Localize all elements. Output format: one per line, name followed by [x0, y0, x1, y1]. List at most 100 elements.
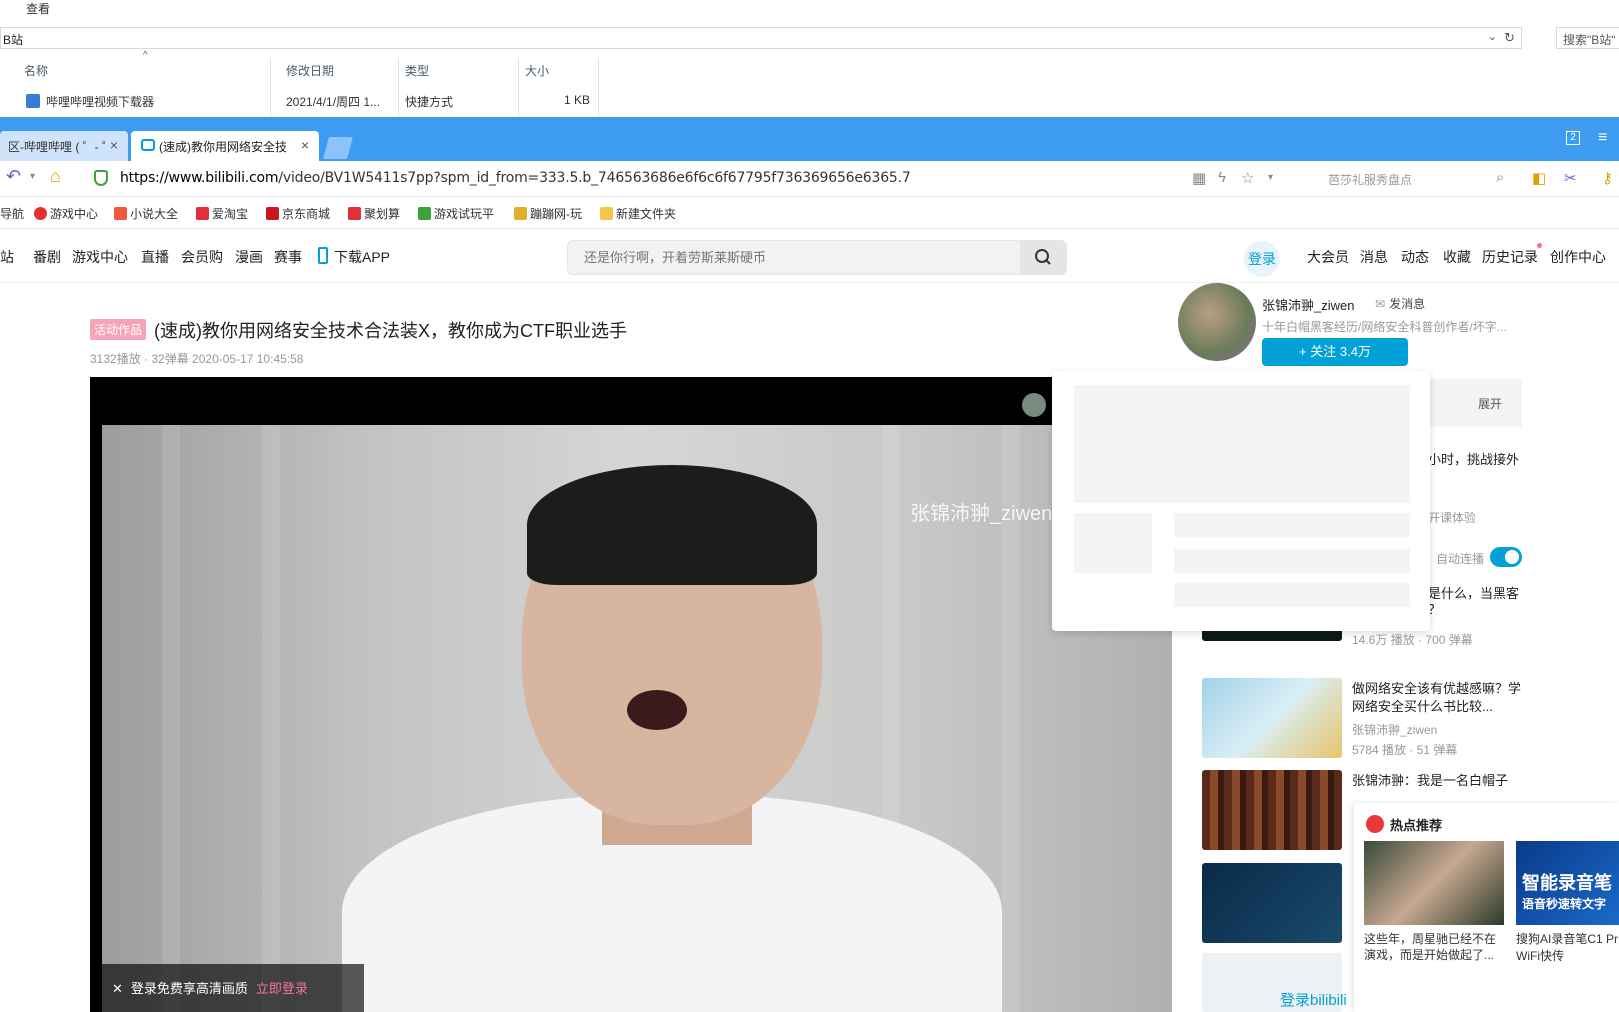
address-toolbar: ↶ ▾ ⌂ https://www.bilibili.com/video/BV1… — [0, 161, 1619, 197]
game-trial-icon — [418, 207, 431, 220]
refresh-icon[interactable]: ↻ — [1504, 30, 1515, 46]
new-tab-button[interactable] — [323, 137, 353, 159]
nav-dynamics[interactable]: 动态 — [1401, 247, 1429, 267]
login-bilibili-prompt[interactable]: 登录bilibili — [1280, 989, 1347, 1010]
nav-download-app[interactable]: 下载APP — [334, 247, 390, 267]
rec-uploader-2[interactable]: 张锦沛翀_ziwen — [1352, 721, 1437, 738]
close-icon[interactable]: × — [110, 137, 118, 153]
nav-esports[interactable]: 赛事 — [274, 247, 302, 267]
search-icon[interactable]: ⌕ — [1496, 169, 1504, 186]
ad-text-1: 智能录音笔 — [1522, 873, 1612, 893]
column-header-name[interactable]: 名称 — [24, 62, 48, 79]
nav-live[interactable]: 直播 — [141, 247, 169, 267]
home-icon[interactable]: ⌂ — [50, 166, 61, 187]
bookmark-nav[interactable]: 导航 — [0, 205, 24, 222]
nav-game-center[interactable]: 游戏中心 — [72, 247, 128, 267]
uploader-avatar[interactable] — [1178, 283, 1256, 361]
bookmark-aitaobao[interactable]: 爱淘宝 — [196, 205, 248, 222]
nav-bangumi[interactable]: 番剧 — [33, 247, 61, 267]
hot-item-2-title[interactable]: 搜狗AI录音笔C1 Pr — [1516, 931, 1619, 947]
site-search-input[interactable] — [568, 241, 1020, 274]
hot-item-1-title[interactable]: 这些年，周星驰已经不在演戏，而是开始做起了... — [1364, 931, 1504, 963]
bookmark-jd[interactable]: 京东商城 — [266, 205, 330, 222]
nav-vip-shop[interactable]: 会员购 — [181, 247, 223, 267]
browser-search-input[interactable]: 芭莎礼服秀盘点 — [1300, 167, 1510, 191]
rec-title-3[interactable]: 张锦沛翀：我是一名白帽子 — [1352, 772, 1527, 790]
sort-arrow-icon: ^ — [143, 50, 148, 61]
follow-button[interactable]: + 关注 3.4万 — [1262, 338, 1408, 366]
video-player[interactable]: 张锦沛翀_ziwen ✕ 登录免费享高清画质 立即登录 — [90, 377, 1172, 1012]
hot-thumbnail-1[interactable] — [1364, 841, 1504, 925]
video-frame[interactable]: 张锦沛翀_ziwen — [102, 425, 1172, 1012]
rec-fragment-title[interactable]: 小时，挑战接外 — [1428, 449, 1519, 468]
nav-manga[interactable]: 漫画 — [235, 247, 263, 267]
rec-thumbnail-3[interactable] — [1202, 770, 1342, 850]
column-header-date[interactable]: 修改日期 — [286, 62, 334, 79]
tab-bilibili-zone[interactable]: 区-哔哩哔哩 ( ゜- ゜ × — [0, 131, 128, 161]
autoplay-toggle[interactable] — [1490, 547, 1522, 567]
scissors-icon[interactable]: ✂ — [1564, 169, 1577, 187]
login-button[interactable]: 登录 — [1244, 241, 1280, 277]
send-message-button[interactable]: ✉ 发消息 — [1375, 295, 1425, 312]
menu-icon[interactable]: ≡ — [1598, 129, 1607, 147]
column-header-size[interactable]: 大小 — [525, 62, 549, 79]
bookmark-game-trial[interactable]: 游戏试玩平 — [418, 205, 494, 222]
hot-recommend-panel: 热点推荐 这些年，周星驰已经不在演戏，而是开始做起了... 智能录音笔 语音秒速… — [1354, 803, 1619, 1012]
skeleton-line — [1174, 513, 1410, 537]
back-icon[interactable]: ↶ — [6, 166, 21, 187]
skeleton-line — [1174, 549, 1410, 573]
file-size: 1 KB — [564, 93, 591, 107]
mail-icon: ✉ — [1375, 297, 1386, 311]
column-header-type[interactable]: 类型 — [405, 62, 429, 79]
fire-icon — [1366, 815, 1384, 833]
nav-creator-center[interactable]: 创作中心 — [1550, 247, 1606, 267]
bookmark-bengbeng[interactable]: 蹦蹦网-玩 — [514, 205, 582, 222]
nav-messages[interactable]: 消息 — [1360, 247, 1388, 267]
login-banner-text: 登录免费享高清画质 — [130, 981, 248, 996]
rec-title-2[interactable]: 做网络安全该有优越感嘛？学网络安全买什么书比较... — [1352, 680, 1527, 716]
activity-tag[interactable]: 活动作品 — [90, 319, 147, 340]
explorer-address-text: B站 — [3, 33, 24, 47]
url-bar[interactable]: https://www.bilibili.com/video/BV1W5411s… — [120, 170, 911, 186]
hot-thumbnail-2-ad[interactable]: 智能录音笔 语音秒速转文字 — [1516, 841, 1619, 925]
search-button[interactable] — [1020, 241, 1066, 274]
nav-big-vip[interactable]: 大会员 — [1307, 247, 1349, 267]
nav-history[interactable]: 历史记录 — [1482, 247, 1538, 267]
explorer-menu-view[interactable]: 查看 — [26, 0, 50, 17]
close-icon[interactable]: ✕ — [112, 981, 123, 996]
bookmark-novel[interactable]: 小说大全 — [114, 205, 178, 222]
login-now-link[interactable]: 立即登录 — [256, 981, 308, 996]
game-center-icon — [34, 207, 47, 220]
bookmark-game-center[interactable]: 游戏中心 — [34, 205, 98, 222]
extension-icon[interactable]: ◧ — [1532, 169, 1546, 187]
star-icon[interactable]: ☆ — [1241, 169, 1254, 187]
file-date: 2021/4/1/周四 1... — [286, 95, 381, 109]
grid-icon[interactable]: ▦ — [1192, 169, 1206, 187]
window-count-badge[interactable]: 2 — [1566, 131, 1580, 145]
lightning-icon[interactable]: ϟ — [1218, 169, 1226, 186]
tab-video[interactable]: (速成)教你用网络安全技 × — [131, 131, 319, 161]
uploader-name[interactable]: 张锦沛翀_ziwen — [1262, 295, 1354, 314]
browser-window: 区-哔哩哔哩 ( ゜- ゜ × (速成)教你用网络安全技 × 2 ≡ ↶ ▾ ⌂… — [0, 117, 1619, 1012]
chevron-down-icon[interactable]: ▾ — [1268, 172, 1273, 183]
presenter-hair — [527, 465, 817, 585]
explorer-address-bar[interactable]: B站 ⌄ ↻ — [0, 27, 1522, 49]
rec-fragment-title-2[interactable]: 是什么，当黑客 — [1428, 583, 1519, 602]
bilibili-page: 站 番剧 游戏中心 直播 会员购 漫画 赛事 下载APP 登录 大会员 消息 动… — [0, 229, 1619, 1012]
file-name[interactable]: 哔哩哔哩视频下载器 — [46, 93, 154, 110]
rec-thumbnail-2[interactable] — [1202, 678, 1342, 758]
close-icon[interactable]: × — [301, 137, 309, 153]
phone-icon — [318, 247, 328, 264]
bookmark-juhuasuan[interactable]: 聚划算 — [348, 205, 400, 222]
explorer-search-input[interactable]: 搜索"B站" — [1556, 27, 1619, 49]
nav-favorites[interactable]: 收藏 — [1443, 247, 1471, 267]
site-header: 站 番剧 游戏中心 直播 会员购 漫画 赛事 下载APP 登录 大会员 消息 动… — [0, 229, 1619, 283]
nav-home[interactable]: 站 — [0, 247, 14, 267]
search-placeholder: 芭莎礼服秀盘点 — [1328, 173, 1413, 187]
key-icon[interactable]: ⚷ — [1602, 169, 1613, 187]
danmaku-list-expand[interactable]: 展开 — [1430, 379, 1522, 427]
rec-thumbnail-4[interactable] — [1202, 863, 1342, 943]
chevron-down-icon[interactable]: ⌄ — [1488, 30, 1497, 43]
bookmark-new-folder[interactable]: 新建文件夹 — [600, 205, 676, 222]
chevron-down-icon[interactable]: ▾ — [30, 171, 35, 182]
